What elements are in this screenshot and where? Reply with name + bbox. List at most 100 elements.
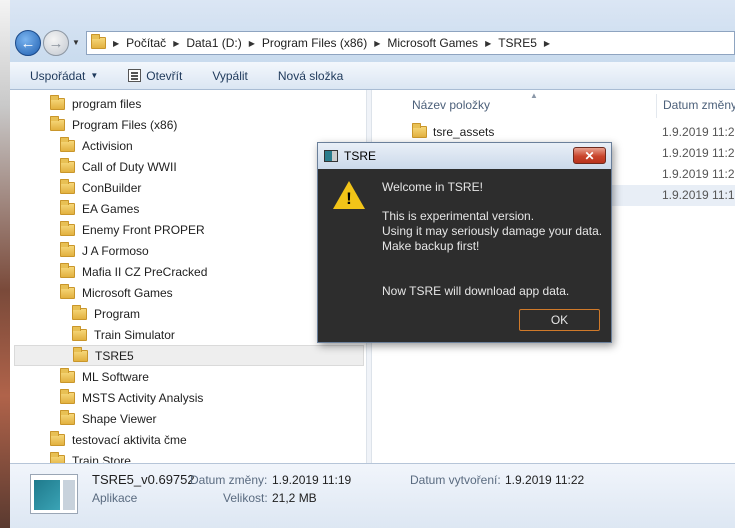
folder-icon [60, 388, 75, 404]
file-name: tsre_assets [433, 125, 495, 139]
chevron-right-icon[interactable]: ▶ [374, 39, 380, 48]
folder-icon [60, 409, 75, 425]
tree-item-selected[interactable]: TSRE5 [14, 345, 364, 366]
forward-button[interactable]: → [43, 30, 69, 56]
history-dropdown-icon[interactable]: ▼ [72, 38, 80, 47]
chevron-right-icon[interactable]: ▶ [113, 39, 119, 48]
tree-item[interactable]: Train Store [10, 450, 366, 463]
tree-item-label: program files [72, 96, 142, 111]
tree-item[interactable]: EA Games [10, 198, 366, 219]
folder-icon [60, 262, 75, 278]
column-header-date[interactable]: Datum změny [663, 98, 735, 112]
details-filename: TSRE5_v0.69752 [92, 472, 195, 487]
tree-item-label: MSTS Activity Analysis [82, 390, 204, 405]
open-label: Otevřít [146, 68, 183, 83]
dialog-damage-warning-text: Using it may seriously damage your data. [382, 224, 603, 238]
tree-item-label: J A Formoso [82, 243, 149, 258]
folder-icon [60, 283, 75, 299]
folder-icon [60, 136, 75, 152]
close-button[interactable]: ✕ [573, 147, 606, 164]
folder-icon [50, 94, 65, 110]
details-type: Aplikace [92, 491, 138, 505]
tree-item-label: Program Files (x86) [72, 117, 178, 132]
file-date: 1.9.2019 11:22 [662, 125, 735, 139]
tree-item-label: Mafia II CZ PreCracked [82, 264, 208, 279]
breadcrumb-microsoft-games[interactable]: Microsoft Games [387, 36, 478, 50]
folder-icon [73, 346, 88, 362]
warning-exclamation: ! [346, 189, 352, 208]
folder-icon [60, 178, 75, 194]
tree-item[interactable]: Activision [10, 135, 366, 156]
details-size-label: Velikost: [223, 491, 268, 505]
back-button[interactable]: ← [15, 30, 41, 56]
navigation-tree: program files Program Files (x86) Activisi… [10, 90, 366, 463]
file-date: 1.9.2019 11:22 [662, 167, 735, 181]
column-divider[interactable] [656, 94, 657, 118]
breadcrumb-computer[interactable]: Počítač [126, 36, 166, 50]
tree-item-label: EA Games [82, 201, 140, 216]
tree-item-label: Train Simulator [94, 327, 175, 342]
tree-item-label: Shape Viewer [82, 411, 157, 426]
open-app-icon [128, 69, 142, 82]
file-date: 1.9.2019 11:22 [662, 146, 735, 160]
folder-icon [50, 451, 65, 463]
organize-button[interactable]: Uspořádat ▼ [10, 62, 113, 90]
tree-item[interactable]: Microsoft Games [10, 282, 366, 303]
column-header-name[interactable]: Název položky [412, 98, 490, 112]
file-name-cell: tsre_assets [412, 123, 495, 139]
tree-item[interactable]: ML Software [10, 366, 366, 387]
tree-item[interactable]: ConBuilder [10, 177, 366, 198]
chevron-right-icon[interactable]: ▶ [544, 39, 550, 48]
tree-item[interactable]: Enemy Front PROPER [10, 219, 366, 240]
tree-item[interactable]: program files [10, 93, 366, 114]
folder-icon [60, 199, 75, 215]
tree-item-label: Microsoft Games [82, 285, 173, 300]
application-thumbnail-icon [30, 474, 78, 514]
dialog-welcome-text: Welcome in TSRE! [382, 180, 483, 194]
list-item[interactable]: tsre_assets 1.9.2019 11:22 [372, 122, 735, 143]
tree-item-label: Activision [82, 138, 133, 153]
file-date: 1.9.2019 11:19 [662, 188, 735, 202]
details-modified-label: Datum změny: [190, 473, 268, 487]
burn-label: Vypálit [212, 68, 248, 83]
tree-item-label: Call of Duty WWII [82, 159, 177, 174]
navigation-area: ← → ▼ ▶ Počítač ▶ Data1 (D:) ▶ Program F… [10, 0, 735, 62]
open-button[interactable]: Otevřít [113, 62, 197, 90]
tree-item[interactable]: Shape Viewer [10, 408, 366, 429]
arrow-left-icon: ← [20, 34, 36, 52]
tree-item[interactable]: J A Formoso [10, 240, 366, 261]
dialog-title: TSRE [344, 149, 377, 163]
desktop-background-strip [0, 0, 10, 528]
chevron-right-icon[interactable]: ▶ [249, 39, 255, 48]
tsre-welcome-dialog: TSRE ✕ ! Welcome in TSRE! This is experi… [317, 142, 612, 343]
tree-item[interactable]: Call of Duty WWII [10, 156, 366, 177]
breadcrumb-tsre5[interactable]: TSRE5 [498, 36, 537, 50]
tree-item[interactable]: Mafia II CZ PreCracked [10, 261, 366, 282]
address-bar[interactable]: ▶ Počítač ▶ Data1 (D:) ▶ Program Files (… [86, 31, 735, 55]
tree-item-label: Train Store [72, 453, 131, 464]
tree-item[interactable]: Train Simulator [10, 324, 366, 345]
tree-item[interactable]: Program [10, 303, 366, 324]
breadcrumb-drive[interactable]: Data1 (D:) [186, 36, 241, 50]
tree-item[interactable]: MSTS Activity Analysis [10, 387, 366, 408]
new-folder-button[interactable]: Nová složka [263, 62, 358, 90]
ok-button[interactable]: OK [519, 309, 600, 331]
details-pane: TSRE5_v0.69752 Aplikace Datum změny: 1.9… [10, 463, 735, 528]
details-created-label: Datum vytvoření: [410, 473, 501, 487]
dialog-titlebar[interactable]: TSRE ✕ [318, 143, 611, 169]
chevron-right-icon[interactable]: ▶ [173, 39, 179, 48]
tree-item-label: testovací aktivita čme [72, 432, 187, 447]
folder-icon [50, 115, 65, 131]
chevron-right-icon[interactable]: ▶ [485, 39, 491, 48]
arrow-right-icon: → [48, 34, 64, 52]
folder-icon [50, 430, 65, 446]
dialog-download-text: Now TSRE will download app data. [382, 284, 570, 298]
tree-item[interactable]: testovací aktivita čme [10, 429, 366, 450]
new-folder-label: Nová složka [277, 68, 344, 83]
breadcrumb-program-files[interactable]: Program Files (x86) [262, 36, 367, 50]
folder-icon [72, 325, 87, 341]
ok-label: OK [550, 313, 569, 327]
folder-icon [60, 220, 75, 236]
tree-item[interactable]: Program Files (x86) [10, 114, 366, 135]
burn-button[interactable]: Vypálit [197, 62, 263, 90]
